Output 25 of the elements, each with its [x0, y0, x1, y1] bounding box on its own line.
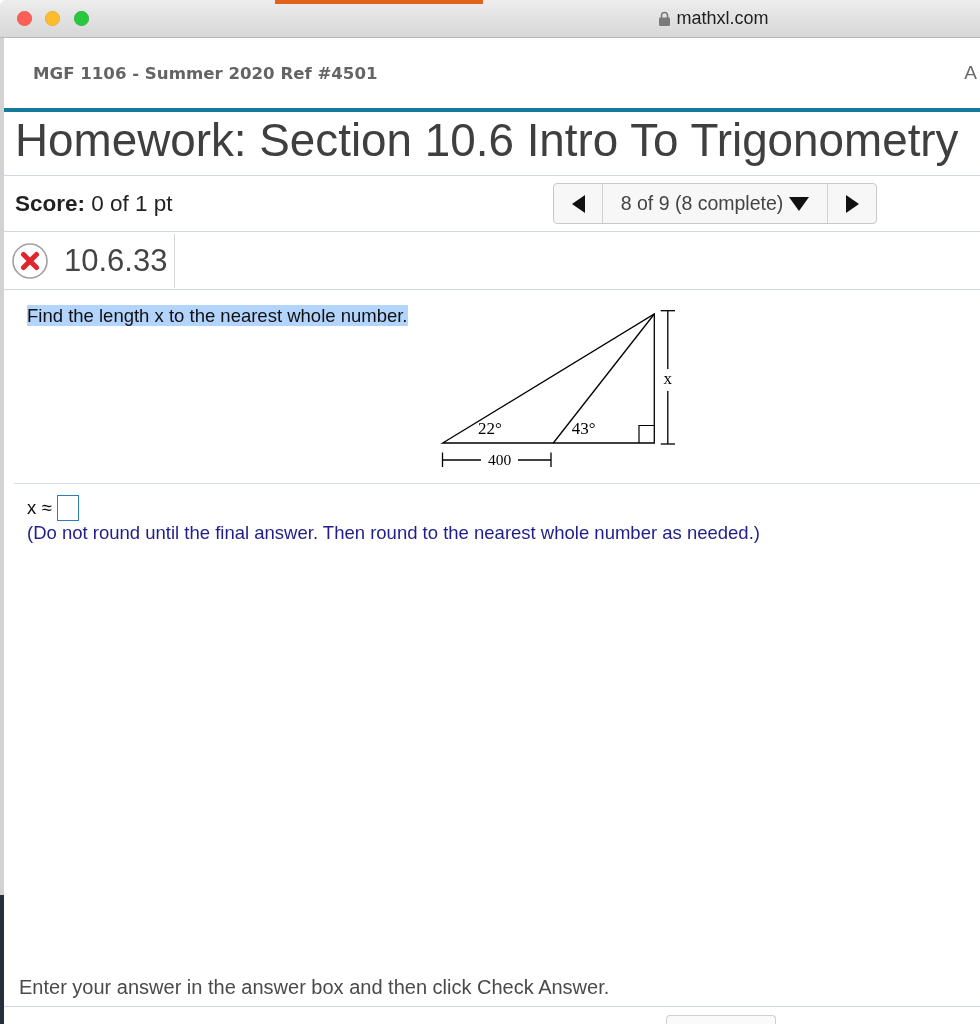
angle-label: 43° [571, 419, 596, 438]
lock-icon [658, 11, 670, 26]
zoom-window-icon[interactable] [73, 11, 89, 26]
question-number: 10.6.33 [64, 243, 168, 279]
answer-box[interactable] [56, 495, 79, 521]
url-text[interactable]: mathxl.com [676, 8, 769, 29]
header-text: A [964, 62, 977, 84]
rounding-hint: (Do not round until the final answer. Then round to the nearest whole number as needed.) [27, 522, 761, 543]
base-label: 400 [487, 451, 512, 468]
homework-title: Homework: Section 10.6 Intro To Trigonometry [15, 115, 959, 167]
close-window-icon[interactable] [16, 11, 32, 26]
caret-left-icon [571, 194, 585, 213]
right-angle-mark [638, 424, 655, 444]
minimize-window-icon[interactable] [45, 11, 60, 26]
instruction-text: Enter your answer in the answer box and then click Check Answer. [18, 976, 611, 1000]
footer-button[interactable] [666, 1015, 776, 1024]
height-label: x [663, 369, 673, 388]
caret-right-icon [845, 194, 859, 213]
answer-label: x ≈ [27, 497, 52, 519]
caret-down-icon [789, 196, 810, 211]
question-prompt: Find the length x to the nearest whole number. [27, 305, 408, 326]
question-dropdown[interactable]: 8 of 9 (8 complete) [602, 184, 828, 223]
score-text: Score: 0 of 1 pt [15, 190, 173, 217]
angle-label: 22° [478, 419, 502, 438]
course-title: MGF 1106 - Summer 2020 Ref #4501 [33, 63, 378, 83]
